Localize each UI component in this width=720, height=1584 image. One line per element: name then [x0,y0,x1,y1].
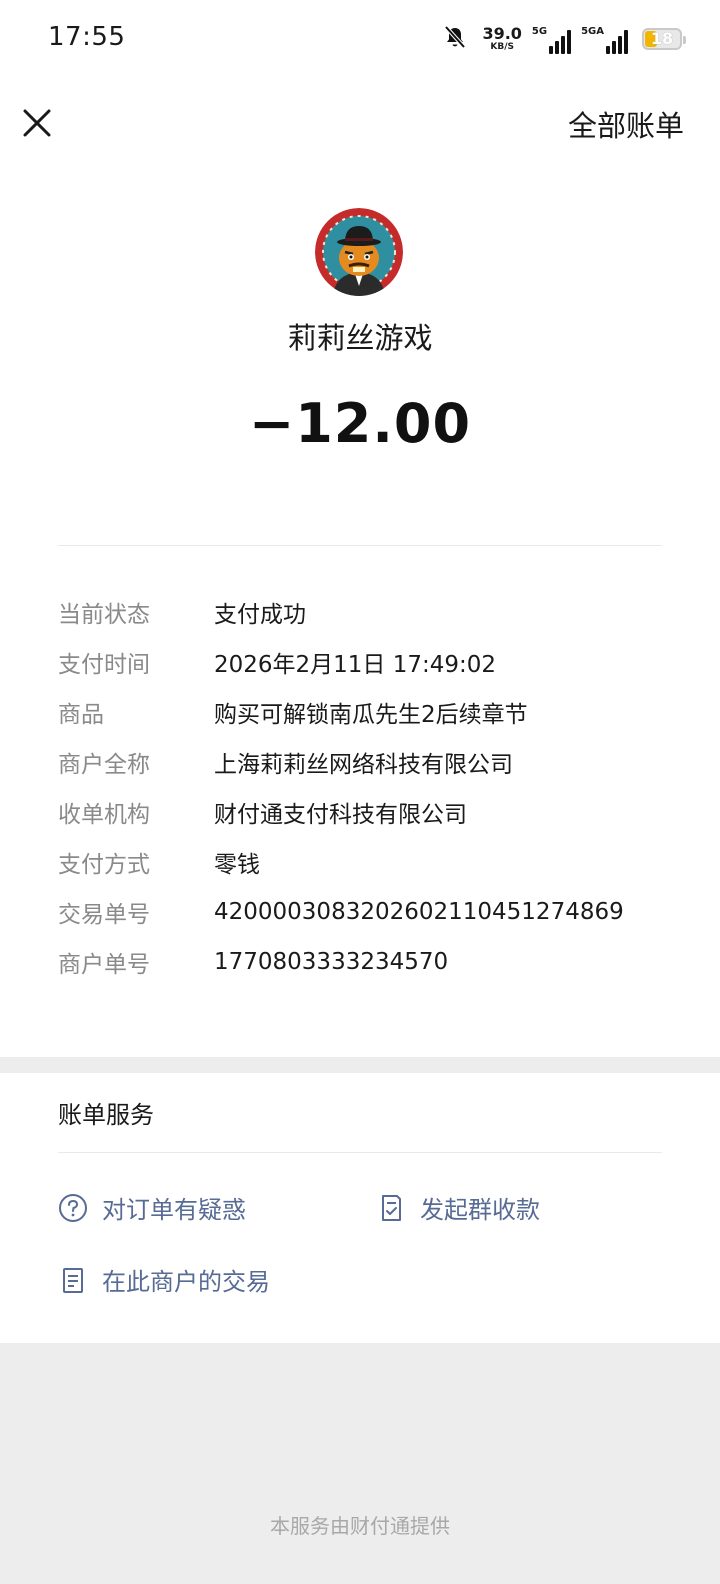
service-provider-note: 本服务由财付通提供 [270,1514,450,1538]
merchant-transactions-label: 在此商户的交易 [102,1268,270,1296]
detail-value: 支付成功 [214,602,306,628]
divider [58,1152,662,1153]
group-collect-button[interactable]: 发起群收款 [376,1190,540,1225]
signal-icon-sim2: 5GA [581,24,628,54]
bill-service-section: 账单服务 对订单有疑惑 发起群收款 在此商户的交易 [0,1073,720,1343]
close-button[interactable] [18,104,56,142]
merchant-name: 莉莉丝游戏 [287,321,433,355]
detail-row-merchant-fullname: 商户全称 上海莉莉丝网络科技有限公司 [58,737,678,787]
order-question-button[interactable]: 对订单有疑惑 [58,1190,246,1225]
group-collect-icon [382,1194,401,1221]
order-question-label: 对订单有疑惑 [102,1196,246,1224]
group-collect-label: 发起群收款 [420,1196,540,1224]
battery-icon: 18 [642,28,686,50]
detail-row-pay-time: 支付时间 2026年2月11日 17:49:02 [58,637,678,687]
detail-value: 4200003083202602110451274869 [214,899,624,925]
bill-detail-panel: 17:55 39.0 KB/S 5G 5GA 18 全部账单 莉莉丝游戏 −12… [0,0,720,1057]
detail-label: 当前状态 [58,602,150,628]
status-icons: 39.0 KB/S 5G 5GA 18 [442,22,686,56]
bill-details: 当前状态 支付成功 支付时间 2026年2月11日 17:49:02 商品 购买… [58,587,678,987]
network-speed-value: 39.0 [482,24,522,43]
divider [58,545,662,546]
status-time: 17:55 [48,22,126,52]
detail-row-transaction-id: 交易单号 4200003083202602110451274869 [58,887,678,937]
detail-label: 商品 [58,702,104,728]
battery-level: 18 [650,29,674,48]
detail-row-status: 当前状态 支付成功 [58,587,678,637]
payment-amount: −12.00 [248,392,472,455]
detail-label: 交易单号 [58,902,150,928]
sim2-network-type: 5GA [581,26,604,37]
document-icon [63,1267,83,1293]
network-speed-unit: KB/S [490,42,514,52]
detail-row-merchant-order-id: 商户单号 1770803333234570 [58,937,678,987]
sim1-network-type: 5G [531,26,548,37]
all-bills-link[interactable]: 全部账单 [568,103,684,145]
network-speed: 39.0 KB/S [482,26,521,52]
detail-value: 上海莉莉丝网络科技有限公司 [214,752,513,778]
detail-label: 收单机构 [58,802,150,828]
detail-row-pay-method: 支付方式 零钱 [58,837,678,887]
question-circle-icon [59,1193,87,1222]
detail-label: 商户单号 [58,952,150,978]
merchant-transactions-button[interactable]: 在此商户的交易 [58,1262,270,1297]
detail-label: 商户全称 [58,752,150,778]
detail-value: 购买可解锁南瓜先生2后续章节 [214,702,528,728]
close-icon [23,109,51,137]
merchant-avatar [315,208,403,296]
detail-value: 2026年2月11日 17:49:02 [214,652,497,678]
status-bar: 17:55 39.0 KB/S 5G 5GA 18 [0,0,720,80]
signal-icon: 5G [531,24,572,54]
bell-muted-icon [442,24,468,54]
detail-label: 支付时间 [58,652,150,678]
bill-service-title: 账单服务 [58,1101,154,1129]
detail-value: 零钱 [214,852,260,878]
detail-row-product: 商品 购买可解锁南瓜先生2后续章节 [58,687,678,737]
detail-label: 支付方式 [58,852,150,878]
detail-value: 财付通支付科技有限公司 [214,802,467,828]
detail-row-acquirer: 收单机构 财付通支付科技有限公司 [58,787,678,837]
detail-value: 1770803333234570 [214,949,449,975]
